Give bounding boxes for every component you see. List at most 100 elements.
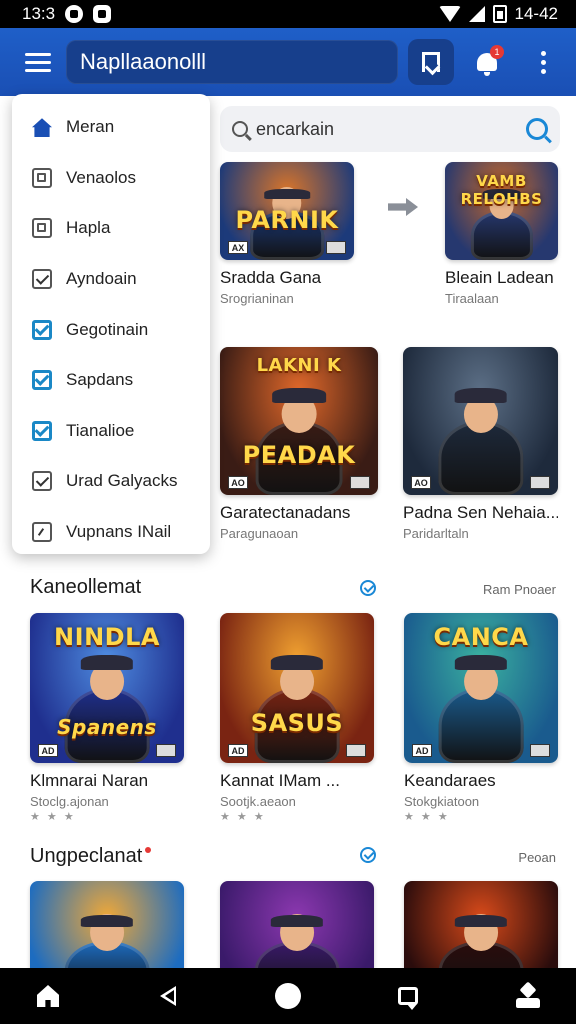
notifications-button[interactable]: 1 — [464, 39, 510, 85]
drawer-item[interactable]: Tianalioe — [12, 406, 210, 457]
drawer-item[interactable]: Urad Galyacks — [12, 456, 210, 507]
game-subtitle: Paridarltaln — [403, 526, 469, 541]
notification-badge: 1 — [490, 45, 504, 59]
search-input[interactable] — [256, 118, 526, 140]
signal-icon — [468, 6, 485, 22]
document-icon — [32, 167, 52, 188]
game-thumbnail[interactable]: VAMB RELOHBS — [445, 162, 558, 260]
game-thumbnail[interactable]: CANCA AD — [404, 613, 558, 763]
verified-icon[interactable] — [360, 580, 376, 596]
search-submit-icon[interactable] — [526, 118, 548, 140]
game-title: Padna Sen Nehaia... — [403, 503, 558, 522]
wifi-icon — [438, 6, 461, 22]
publisher-badge-icon — [326, 241, 346, 254]
edit-icon — [32, 522, 52, 543]
search-icon — [232, 121, 248, 137]
section-see-all-link[interactable]: Ram Pnoaer — [483, 582, 556, 597]
rating-stars-icon: ★ ★ ★ — [220, 811, 266, 823]
game-logo-text: PARNIK — [235, 206, 339, 234]
checkbox-checked-icon — [32, 370, 52, 391]
home-icon — [37, 985, 59, 1007]
carousel-arrow-icon[interactable] — [388, 198, 418, 216]
game-card[interactable]: NINDLA Spanens AD Klmnarai Naran Stoclg.ajon… — [30, 613, 184, 823]
app-title[interactable]: Napllaaonolll — [66, 40, 398, 84]
bottom-navigation — [0, 968, 576, 1024]
character-hat — [454, 914, 508, 927]
more-vert-icon — [540, 50, 546, 74]
game-card[interactable]: SASUS AD Kannat IMam ... Sootjk.aeaon ★ ★ ★ — [220, 613, 374, 823]
navigation-drawer: Meran Venaolos Hapla Ayndoain Gegotinain Sapd… — [12, 94, 210, 554]
back-icon — [160, 986, 176, 1006]
app-notification-icon-2 — [93, 5, 112, 23]
drawer-item-label: Meran — [66, 117, 115, 137]
game-card[interactable]: CANCA AD Keandaraes Stokgkiatoon ★ ★ ★ — [404, 613, 558, 823]
age-rating-badge: AO — [228, 476, 248, 489]
game-title: Kannat IMam ... — [220, 771, 340, 790]
game-thumbnail[interactable]: LAKNI K PEADAK AO — [220, 347, 378, 495]
game-thumbnail[interactable]: AO — [403, 347, 558, 495]
drawer-item[interactable]: Ayndoain — [12, 254, 210, 305]
game-title: Keandaraes — [404, 771, 496, 790]
game-card[interactable]: LAKNI K PEADAK AO Garatectanadans Paragunaoa… — [220, 347, 378, 541]
character-hat — [270, 655, 324, 670]
status-time: 13:3 — [22, 4, 56, 23]
app-notification-icon — [65, 5, 84, 23]
drawer-item[interactable]: Venaolos — [12, 153, 210, 204]
nav-profile-button[interactable] — [510, 978, 546, 1014]
section-see-all-link[interactable]: Peoan — [518, 850, 556, 865]
character-hat — [272, 388, 326, 404]
publisher-badge-icon — [530, 476, 550, 489]
new-dot-icon — [145, 847, 152, 853]
game-thumbnail[interactable]: NINDLA Spanens AD — [30, 613, 184, 763]
drawer-item[interactable]: Meran — [12, 102, 210, 153]
game-logo-text: SASUS — [250, 709, 344, 737]
game-subtitle: Tiraalaan — [445, 291, 499, 306]
user-icon — [516, 984, 540, 1008]
nav-center-button[interactable] — [270, 978, 306, 1014]
game-subtitle: Stokgkiatoon — [404, 794, 480, 809]
drawer-item[interactable]: Sapdans — [12, 355, 210, 406]
game-thumbnail[interactable]: PARNIK AX — [220, 162, 354, 260]
publisher-badge-icon — [156, 744, 176, 757]
game-logo-subtext: Spanens — [57, 715, 157, 739]
game-logo-text: LAKNI K — [256, 355, 342, 376]
game-card[interactable]: AO Padna Sen Nehaia... Paridarltaln — [403, 347, 558, 541]
overflow-menu-button[interactable] — [520, 39, 566, 85]
game-logo-text: CANCA — [433, 623, 529, 651]
game-title: Sradda Gana — [220, 268, 322, 287]
game-subtitle: Stoclg.ajonan — [30, 794, 109, 809]
character-hat — [454, 655, 508, 670]
drawer-item[interactable]: Hapla — [12, 203, 210, 254]
verified-icon[interactable] — [360, 847, 376, 863]
drawer-item-label: Sapdans — [66, 370, 134, 390]
section-title: Ungpeclanat — [30, 845, 152, 868]
search-bar — [220, 106, 560, 152]
menu-button[interactable] — [14, 38, 62, 86]
game-subtitle: Paragunaoan — [220, 526, 299, 541]
drawer-item[interactable]: Gegotinain — [12, 304, 210, 355]
age-rating-badge: AD — [228, 744, 248, 757]
game-thumbnail[interactable]: SASUS AD — [220, 613, 374, 763]
game-card[interactable]: VAMB RELOHBS Bleain Ladean Tiraalaan — [445, 162, 558, 306]
app-bar: Napllaaonolll 1 — [0, 28, 576, 96]
bookmark-icon — [422, 52, 440, 72]
section-title: Kaneollemat — [30, 576, 142, 598]
drawer-item[interactable]: Vupnans INail — [12, 507, 210, 558]
game-subtitle: Srogrianinan — [220, 291, 294, 306]
chat-icon — [398, 987, 418, 1010]
status-bar: 13:3 14-42 — [0, 0, 576, 28]
nav-home-button[interactable] — [30, 978, 66, 1014]
character-hat — [80, 914, 134, 927]
hamburger-icon — [25, 52, 51, 56]
game-card[interactable]: PARNIK AX Sradda Gana Srogrianinan — [220, 162, 354, 306]
rating-stars-icon: ★ ★ ★ — [404, 811, 450, 823]
age-rating-badge: AO — [411, 476, 431, 489]
bookmark-button[interactable] — [408, 39, 454, 85]
game-title: Garatectanadans — [220, 503, 351, 522]
nav-back-button[interactable] — [150, 978, 186, 1014]
nav-chat-button[interactable] — [390, 978, 426, 1014]
game-title: Klmnarai Naran — [30, 771, 149, 790]
character-hat — [80, 655, 134, 670]
home-icon — [32, 118, 52, 138]
drawer-item-label: Ayndoain — [66, 269, 137, 289]
